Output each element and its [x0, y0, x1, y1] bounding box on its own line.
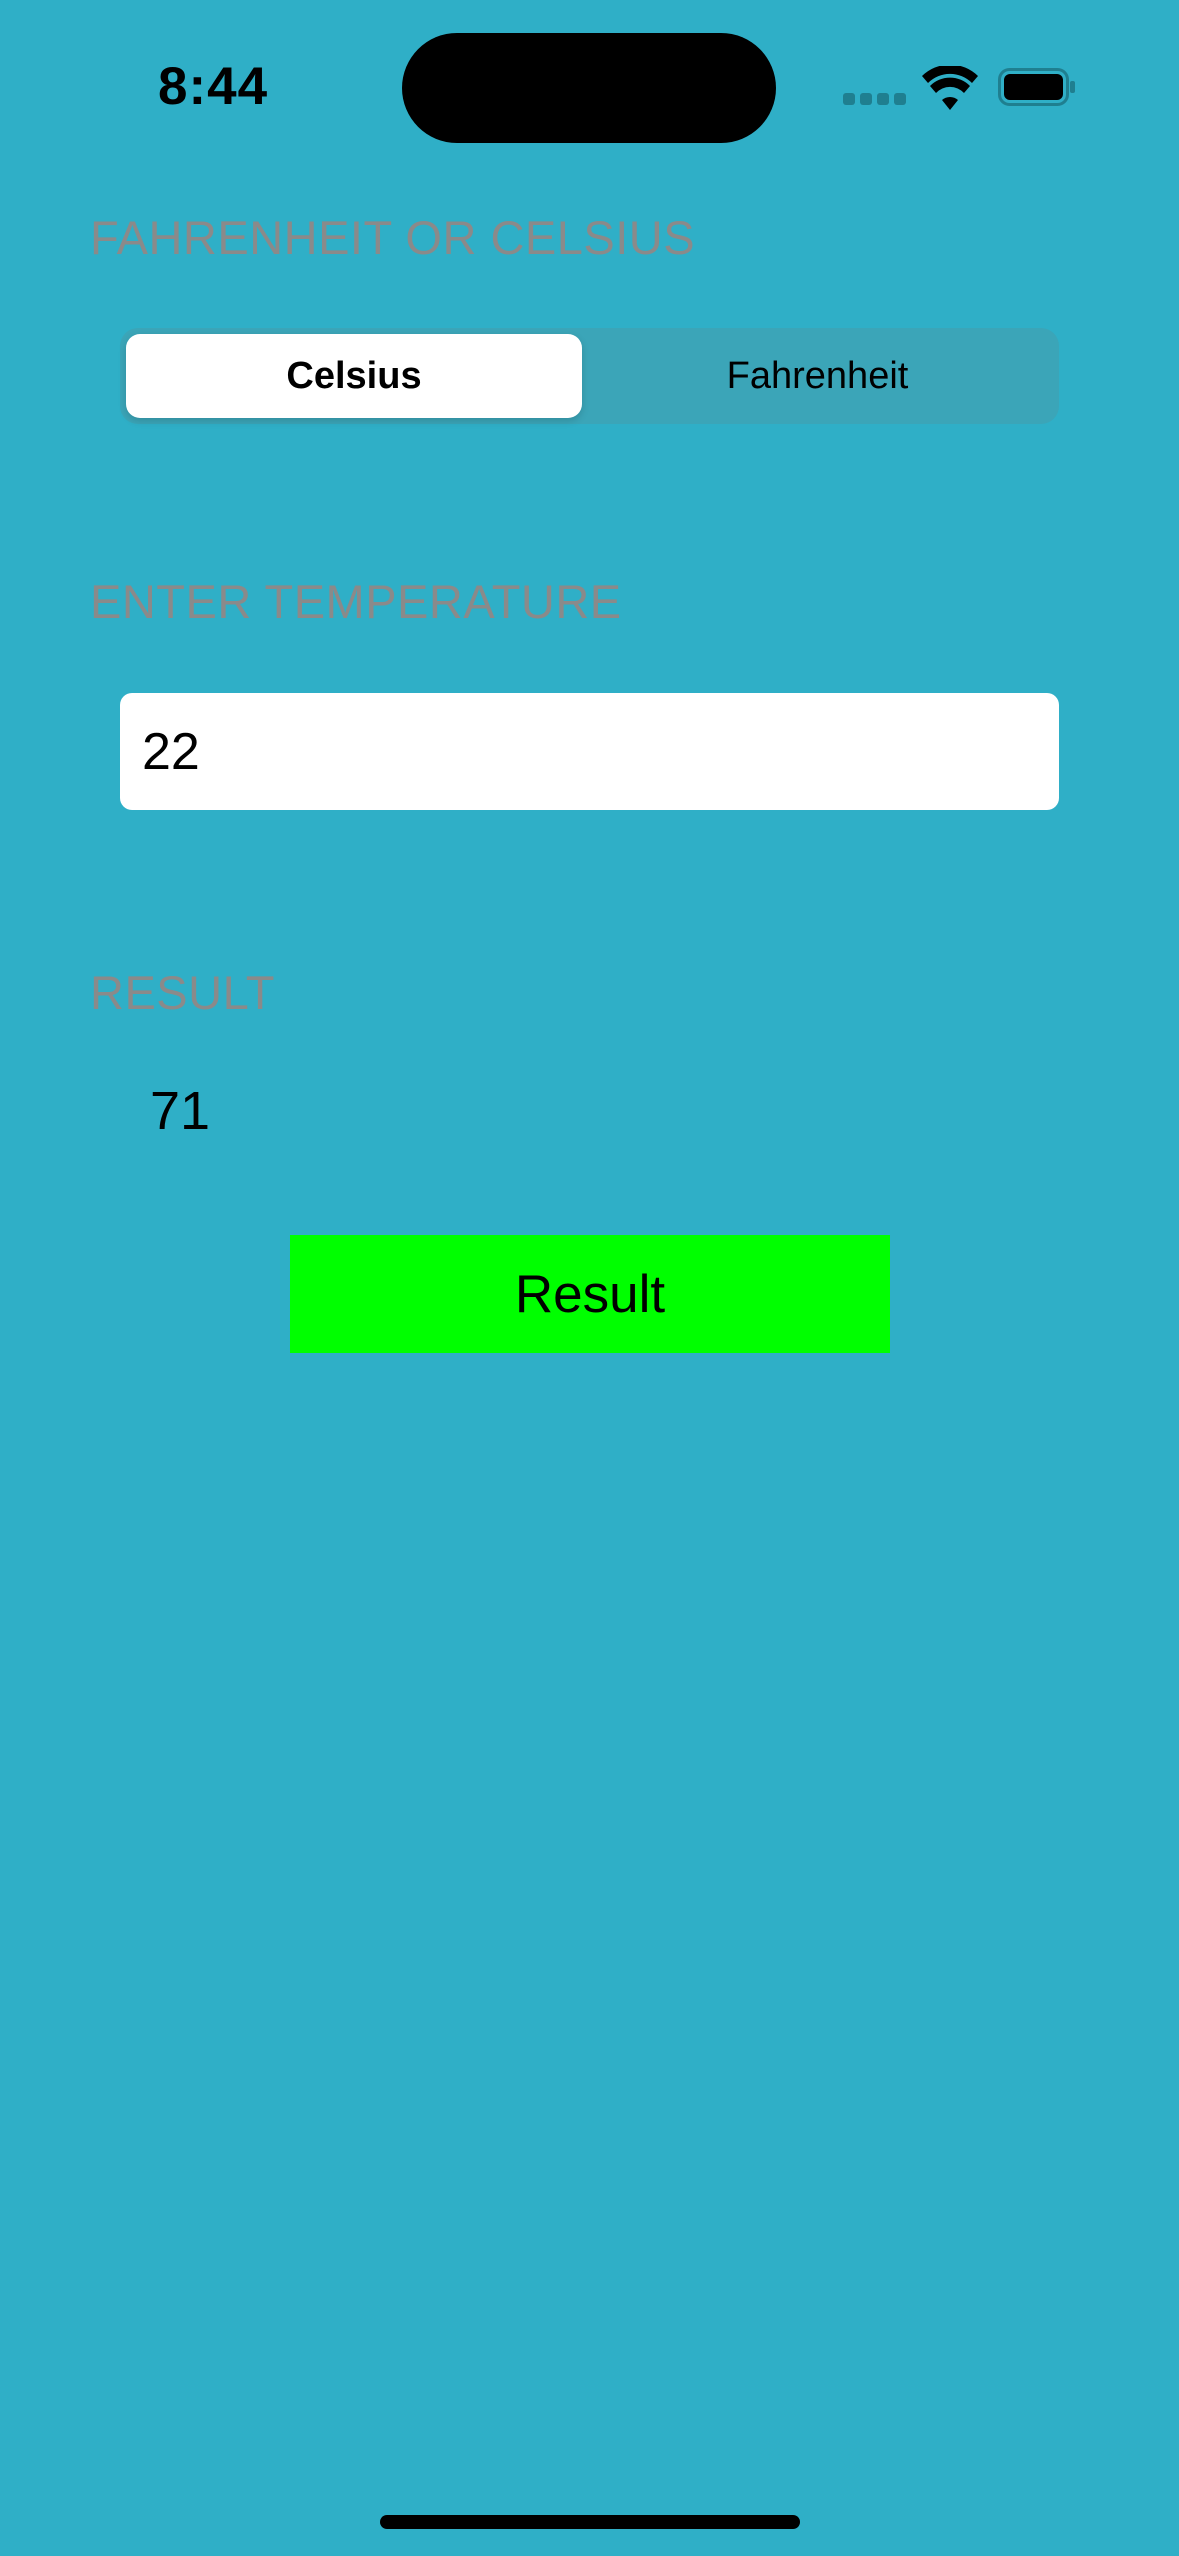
result-button[interactable]: Result [290, 1235, 890, 1353]
status-time: 8:44 [158, 57, 269, 116]
unit-segmented-control[interactable]: Celsius Fahrenheit [120, 328, 1059, 424]
cellular-signal-icon [843, 93, 907, 107]
wifi-icon [922, 66, 978, 110]
home-indicator[interactable] [380, 2515, 800, 2529]
result-value: 71 [150, 1081, 211, 1141]
battery-icon [998, 68, 1075, 106]
temperature-section-label: ENTER TEMPERATURE [90, 575, 622, 628]
segment-fahrenheit[interactable]: Fahrenheit [582, 334, 1053, 418]
result-section-label: RESULT [90, 966, 275, 1019]
dynamic-island [402, 33, 776, 143]
unit-section-label: FAHRENHEIT OR CELSIUS [90, 211, 696, 264]
temperature-input[interactable] [120, 693, 1059, 810]
segment-celsius[interactable]: Celsius [126, 334, 582, 418]
app-screen: 8:44 FAHRENHEIT OR CELSIUS Celsius Fahre… [0, 0, 1179, 2556]
